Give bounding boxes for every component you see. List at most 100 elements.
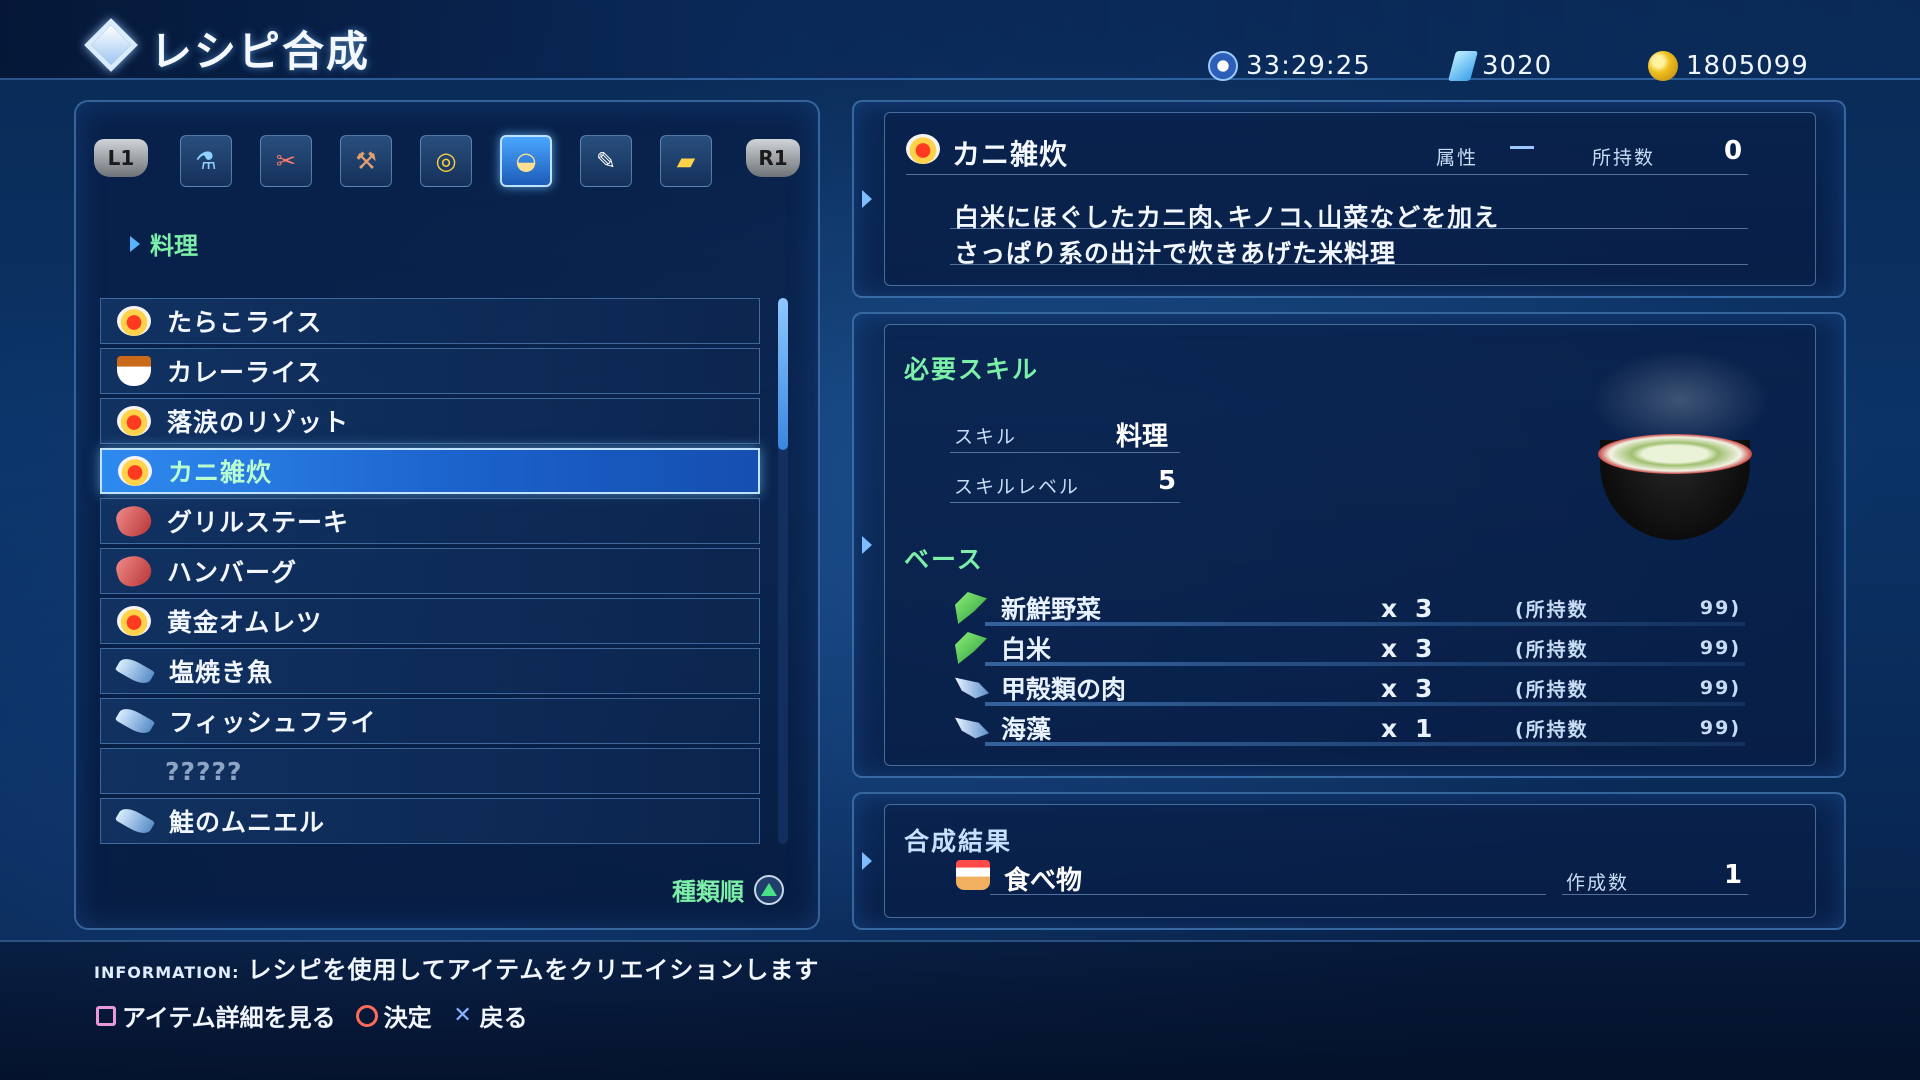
rice-dish-icon xyxy=(117,406,151,436)
play-time: 33:29:25 xyxy=(1208,48,1371,84)
meat-icon xyxy=(113,552,155,590)
tab-potion[interactable]: ⚗ xyxy=(180,135,232,187)
back-control[interactable]: ✕ 戻る xyxy=(452,998,528,1033)
list-item[interactable]: ハンバーグ xyxy=(100,548,760,594)
material-row: 白米 x 3 (所持数 99) xyxy=(955,630,1745,666)
divider xyxy=(1562,894,1748,895)
material-row: 海藻 x 1 (所持数 99) xyxy=(955,710,1745,746)
information-text: レシピを使用してアイテムをクリエイションします xyxy=(247,956,820,984)
tab-writing[interactable]: ✎ xyxy=(580,135,632,187)
tab-cooking[interactable]: ◒ xyxy=(500,135,552,187)
detail-control[interactable]: アイテム詳細を見る xyxy=(96,998,336,1033)
material-owned-value: 99) xyxy=(1699,597,1741,619)
list-item[interactable]: フィッシュフライ xyxy=(100,698,760,744)
crystal-count: 3020 xyxy=(1447,48,1553,84)
r1-button[interactable]: R1 xyxy=(746,139,800,177)
list-item[interactable]: カレーライス xyxy=(100,348,760,394)
skill-level-value: 5 xyxy=(1158,466,1177,496)
category-label: 料理 xyxy=(150,232,198,260)
potion-icon: ⚗ xyxy=(195,147,217,175)
owned-value: 0 xyxy=(1724,136,1743,166)
rice-dish-icon xyxy=(906,134,940,164)
list-item[interactable]: グリルステーキ xyxy=(100,498,760,544)
page-title: レシピ合成 xyxy=(150,27,371,76)
cooking-icon: ◒ xyxy=(515,147,537,175)
tab-alchemy[interactable]: ▰ xyxy=(660,135,712,187)
back-control-label: 戻る xyxy=(479,1004,528,1032)
money: 1805099 xyxy=(1648,48,1809,84)
skill-value: 料理 xyxy=(1116,422,1169,452)
divider xyxy=(950,228,1748,229)
material-row-bar xyxy=(985,662,1745,666)
tab-smithing[interactable]: ⚒ xyxy=(340,135,392,187)
hammer-icon: ⚒ xyxy=(355,147,377,175)
food-cake-icon xyxy=(956,860,990,890)
material-times: x xyxy=(1381,593,1398,623)
list-item[interactable]: 黄金オムレツ xyxy=(100,598,760,644)
material-owned-value: 99) xyxy=(1699,677,1741,699)
rice-dish-icon xyxy=(117,306,151,336)
material-row: 甲殻類の肉 x 3 (所持数 99) xyxy=(955,670,1745,706)
confirm-control[interactable]: 決定 xyxy=(355,998,432,1033)
divider xyxy=(950,502,1180,503)
required-skill-header: 必要スキル xyxy=(904,355,1040,384)
material-times: x xyxy=(1381,713,1398,743)
recipe-name: 黄金オムレツ xyxy=(167,608,323,637)
material-qty: 3 xyxy=(1415,673,1433,703)
base-header: ベース xyxy=(904,545,984,574)
material-name: 海藻 xyxy=(1001,715,1052,744)
fish-icon xyxy=(114,654,156,688)
l1-button[interactable]: L1 xyxy=(94,139,148,177)
tools-icon: ✂ xyxy=(275,147,297,175)
tab-tools[interactable]: ✂ xyxy=(260,135,312,187)
fish-icon xyxy=(955,717,989,739)
category-arrow-icon xyxy=(130,235,140,252)
fish-icon xyxy=(114,704,156,738)
recipe-name: フィッシュフライ xyxy=(169,708,377,737)
material-row-bar xyxy=(985,742,1745,746)
tab-accessory[interactable]: ◎ xyxy=(420,135,472,187)
rice-dish-icon xyxy=(118,456,152,486)
recipe-name: 落涙のリゾット xyxy=(167,408,350,437)
list-item[interactable]: たらこライス xyxy=(100,298,760,344)
divider xyxy=(950,452,1180,453)
recipe-name: グリルステーキ xyxy=(167,508,350,537)
material-row-bar xyxy=(985,622,1745,626)
divider xyxy=(950,264,1748,265)
dish-bowl-contents xyxy=(1598,434,1752,474)
recipe-name: たらこライス xyxy=(167,308,323,337)
attribute-label: 属性 xyxy=(1436,147,1479,169)
list-item[interactable]: 鮭のムニエル xyxy=(100,798,760,844)
side-arrow-icon xyxy=(862,190,872,208)
circle-button-icon xyxy=(355,1004,378,1027)
side-arrow-icon xyxy=(862,536,872,554)
material-name: 白米 xyxy=(1001,635,1052,664)
result-item: 食べ物 xyxy=(1004,866,1083,896)
information-line: INFORMATION: レシピを使用してアイテムをクリエイションします xyxy=(94,950,819,985)
ingot-icon: ▰ xyxy=(676,147,696,175)
divider xyxy=(906,174,1748,175)
list-item[interactable]: 塩焼き魚 xyxy=(100,648,760,694)
recipe-name: ????? xyxy=(165,756,243,786)
material-qty: 3 xyxy=(1415,593,1433,623)
curry-icon xyxy=(117,356,151,386)
category-tabs: L1 ⚗ ✂ ⚒ ◎ ◒ ✎ ▰ R1 xyxy=(90,135,810,195)
clock-icon xyxy=(1208,51,1238,81)
crystal-count-value: 3020 xyxy=(1482,51,1553,81)
list-item[interactable]: 落涙のリゾット xyxy=(100,398,760,444)
result-count-value: 1 xyxy=(1724,860,1743,890)
detail-control-label: アイテム詳細を見る xyxy=(122,1004,336,1032)
list-item-unknown[interactable]: ????? xyxy=(100,748,760,794)
material-owned-label: (所持数 xyxy=(1515,638,1589,661)
list-scroll-thumb[interactable] xyxy=(778,298,788,450)
sort-toggle[interactable]: 種類順 xyxy=(672,872,784,907)
material-qty: 1 xyxy=(1415,713,1433,743)
rice-dish-icon xyxy=(117,606,151,636)
play-time-value: 33:29:25 xyxy=(1246,51,1371,81)
recipe-name: カニ雑炊 xyxy=(168,458,273,487)
list-item-selected[interactable]: カニ雑炊 xyxy=(100,448,760,494)
recipe-name: ハンバーグ xyxy=(167,558,298,587)
meat-icon xyxy=(113,502,155,540)
result-count-label: 作成数 xyxy=(1566,872,1630,894)
skill-level-label: スキルレベル xyxy=(954,476,1081,498)
